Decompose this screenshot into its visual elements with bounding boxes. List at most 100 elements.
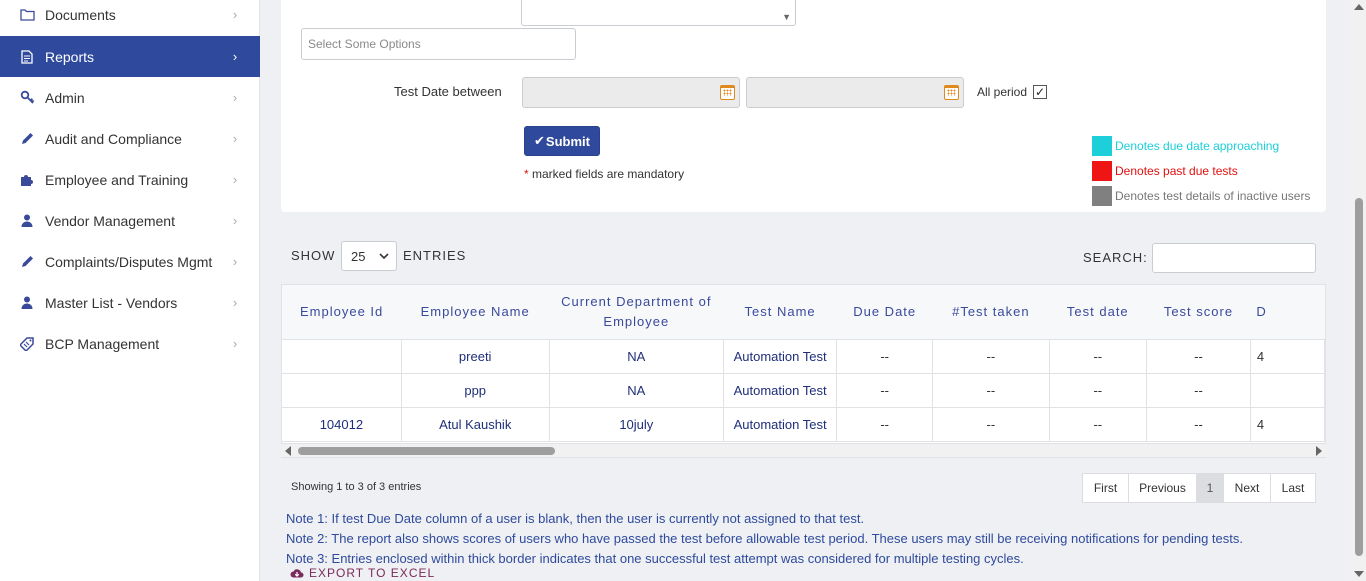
table-cell: 4	[1250, 339, 1325, 374]
scroll-down-arrow-icon[interactable]	[1354, 571, 1364, 577]
chevron-right-icon: ›	[232, 213, 238, 228]
table-cell: preeti	[401, 339, 550, 374]
scrollbar-thumb[interactable]	[298, 447, 555, 455]
export-label: EXPORT TO EXCEL	[309, 566, 436, 580]
legend-past-due: Denotes past due tests	[1092, 161, 1238, 181]
table-cell: --	[1049, 339, 1148, 374]
table-cell: --	[1049, 407, 1148, 442]
multiselect-placeholder: Select Some Options	[308, 37, 421, 51]
sidebar-item-complaints-disputes[interactable]: Complaints/Disputes Mgmt ›	[0, 241, 260, 282]
note-3: Note 3: Entries enclosed within thick bo…	[286, 551, 1024, 566]
sidebar-item-label: Vendor Management	[45, 212, 175, 229]
multiselect-options-input[interactable]: Select Some Options	[301, 28, 576, 60]
page-size-select[interactable]: 25	[341, 241, 397, 271]
chevron-right-icon: ›	[232, 172, 238, 187]
column-header[interactable]: Employee Id	[282, 285, 402, 340]
sidebar-item-label: BCP Management	[45, 335, 160, 352]
user-icon	[19, 295, 35, 311]
dropdown-arrow-icon: ▼	[782, 12, 791, 22]
table-row: preeti NA Automation Test -- -- -- -- 4	[282, 339, 1325, 374]
scroll-left-arrow-icon[interactable]	[285, 446, 291, 456]
scroll-right-arrow-icon[interactable]	[1316, 446, 1322, 456]
table-horizontal-scrollbar[interactable]	[281, 443, 1326, 457]
sidebar-item-vendor-management[interactable]: Vendor Management ›	[0, 200, 260, 241]
submit-button[interactable]: ✔ Submit	[524, 126, 600, 156]
legend-label: Denotes test details of inactive users	[1115, 189, 1311, 203]
required-star: *	[524, 167, 529, 181]
table-cell: --	[932, 339, 1050, 374]
column-header[interactable]: Employee Name	[401, 285, 550, 340]
all-period-checkbox[interactable]: ✓	[1033, 85, 1047, 99]
pagination-next-button[interactable]: Next	[1223, 473, 1271, 503]
legend-swatch-cyan	[1092, 136, 1112, 156]
note-2: Note 2: The report also shows scores of …	[286, 531, 1243, 546]
check-icon: ✔	[534, 133, 545, 148]
table-cell: Atul Kaushik	[401, 407, 550, 442]
column-header[interactable]: D	[1250, 285, 1325, 340]
legend-due-approaching: Denotes due date approaching	[1092, 136, 1279, 156]
sidebar-item-reports[interactable]: Reports ›	[0, 36, 260, 77]
sidebar-item-label: Documents	[45, 6, 116, 23]
note-1: Note 1: If test Due Date column of a use…	[286, 511, 865, 526]
table-cell: --	[836, 373, 934, 408]
table-cell: --	[836, 407, 934, 442]
sidebar-item-documents[interactable]: Documents ›	[0, 0, 260, 35]
column-header[interactable]: Current Department of Employee	[549, 285, 724, 340]
chevron-right-icon: ›	[232, 90, 238, 105]
pagination-last-button[interactable]: Last	[1270, 473, 1316, 503]
sidebar-item-label: Master List - Vendors	[45, 294, 178, 311]
table-cell: Automation Test	[723, 373, 838, 408]
table-info: Showing 1 to 3 of 3 entries	[291, 481, 422, 493]
date-from-input[interactable]	[522, 77, 740, 108]
column-header[interactable]: Test score	[1146, 285, 1251, 340]
multiselect-top-field[interactable]: ▼	[521, 0, 796, 26]
sidebar-item-label: Reports	[45, 48, 95, 65]
column-header[interactable]: Test Name	[723, 285, 837, 340]
sidebar-item-master-list-vendors[interactable]: Master List - Vendors ›	[0, 282, 260, 323]
scroll-up-arrow-icon[interactable]	[1354, 4, 1364, 10]
chevron-right-icon: ›	[232, 336, 238, 351]
legend-swatch-red	[1092, 161, 1112, 181]
calendar-icon[interactable]	[720, 85, 735, 100]
report-table: Employee Id Employee Name Current Depart…	[282, 285, 1325, 442]
column-header[interactable]: #Test taken	[932, 285, 1049, 340]
sidebar-item-label: Employee and Training	[45, 171, 189, 188]
pagination-first-button[interactable]: First	[1082, 473, 1129, 503]
column-header[interactable]: Test date	[1049, 285, 1147, 340]
pagination-previous-button[interactable]: Previous	[1128, 473, 1197, 503]
table-cell: --	[836, 339, 934, 374]
sidebar-item-label: Audit and Compliance	[45, 130, 182, 147]
search-input[interactable]	[1152, 243, 1316, 273]
table-cell: --	[932, 407, 1050, 442]
sidebar-item-employee-training[interactable]: Employee and Training ›	[0, 159, 260, 200]
table-cell: --	[1146, 339, 1251, 374]
calendar-icon[interactable]	[944, 85, 959, 100]
scrollbar-thumb[interactable]	[1355, 198, 1363, 556]
sidebar-item-admin[interactable]: Admin ›	[0, 77, 260, 118]
table-cell: --	[1146, 373, 1251, 408]
sidebar-item-bcp-management[interactable]: BCP Management ›	[0, 323, 260, 364]
sidebar: Documents › Reports › Admin › Audit and …	[0, 0, 260, 581]
chevron-right-icon: ›	[232, 49, 238, 64]
chevron-right-icon: ›	[232, 131, 238, 146]
table-cell: 4	[1250, 407, 1325, 442]
export-to-excel-link[interactable]: EXPORT TO EXCEL	[290, 566, 435, 580]
table-row: 104012 Atul Kaushik 10july Automation Te…	[282, 407, 1325, 442]
table-cell	[282, 373, 402, 408]
sidebar-item-audit-compliance[interactable]: Audit and Compliance ›	[0, 118, 260, 159]
date-to-input[interactable]	[746, 77, 964, 108]
chevron-down-icon	[379, 253, 389, 260]
column-header[interactable]: Due Date	[836, 285, 933, 340]
chevron-right-icon: ›	[232, 295, 238, 310]
legend-label: Denotes past due tests	[1115, 164, 1238, 178]
submit-label: Submit	[545, 133, 590, 149]
pagination-page-button[interactable]: 1	[1196, 473, 1224, 503]
table-cell: --	[1049, 373, 1148, 408]
legend-inactive-users: Denotes test details of inactive users	[1092, 186, 1310, 206]
table-cell: Automation Test	[723, 339, 838, 374]
all-period-label: All period	[977, 85, 1028, 99]
page-vertical-scrollbar[interactable]	[1351, 0, 1366, 581]
tag-icon	[19, 336, 35, 352]
chevron-right-icon: ›	[232, 7, 238, 22]
table-cell: NA	[549, 339, 725, 374]
